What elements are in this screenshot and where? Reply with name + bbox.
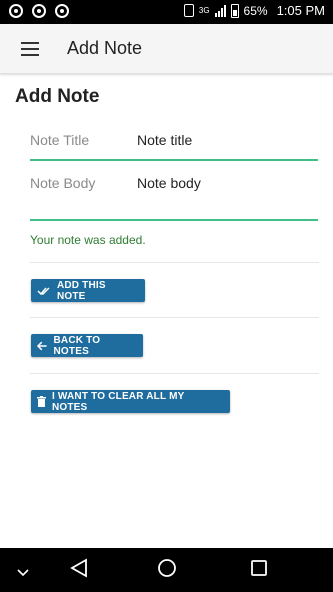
battery-icon xyxy=(230,3,239,18)
square-recent-icon[interactable] xyxy=(250,559,268,582)
back-to-notes-button-label: BACK TO NOTES xyxy=(53,334,101,357)
clear-all-notes-button[interactable]: I WANT TO CLEAR ALL MY NOTES xyxy=(31,390,230,413)
page-title: Add Note xyxy=(15,86,100,107)
divider xyxy=(30,317,319,318)
double-check-icon xyxy=(37,286,50,295)
note-body-field: Note Body xyxy=(30,167,318,221)
status-indicators: 3G 65% 1:05 PM xyxy=(183,3,325,18)
circle-home-icon[interactable] xyxy=(157,558,177,583)
note-body-input[interactable] xyxy=(137,175,312,191)
battery-percent: 65% xyxy=(243,3,268,18)
clock: 1:05 PM xyxy=(276,3,325,18)
notification-app-icon xyxy=(9,4,23,18)
hamburger-menu-icon[interactable] xyxy=(21,42,39,56)
signal-strength-icon xyxy=(214,4,226,17)
chevron-down-icon[interactable] xyxy=(17,564,29,582)
note-title-label: Note Title xyxy=(30,132,90,148)
app-bar-title: Add Note xyxy=(67,38,143,58)
trash-icon xyxy=(37,396,46,407)
vibrate-icon xyxy=(183,4,194,17)
status-bar: 3G 65% 1:05 PM xyxy=(0,0,333,24)
divider xyxy=(30,262,319,263)
success-message: Your note was added. xyxy=(30,233,146,247)
add-note-button[interactable]: ADD THIS NOTE xyxy=(31,279,145,302)
triangle-back-icon[interactable] xyxy=(70,558,88,583)
arrow-left-icon xyxy=(37,341,47,350)
notification-icons xyxy=(9,4,69,18)
app-bar: Add Note xyxy=(0,24,333,74)
divider xyxy=(30,373,319,374)
network-type-label: 3G xyxy=(198,5,210,15)
note-title-input[interactable] xyxy=(137,132,312,148)
notification-app-icon xyxy=(32,4,46,18)
back-to-notes-button[interactable]: BACK TO NOTES xyxy=(31,334,143,357)
notification-app-icon xyxy=(55,4,69,18)
add-note-button-label: ADD THIS NOTE xyxy=(56,279,106,302)
system-nav-bar xyxy=(0,548,333,592)
note-title-field: Note Title xyxy=(30,124,318,161)
clear-all-notes-button-label: I WANT TO CLEAR ALL MY NOTES xyxy=(51,390,185,413)
note-body-label: Note Body xyxy=(30,175,96,191)
